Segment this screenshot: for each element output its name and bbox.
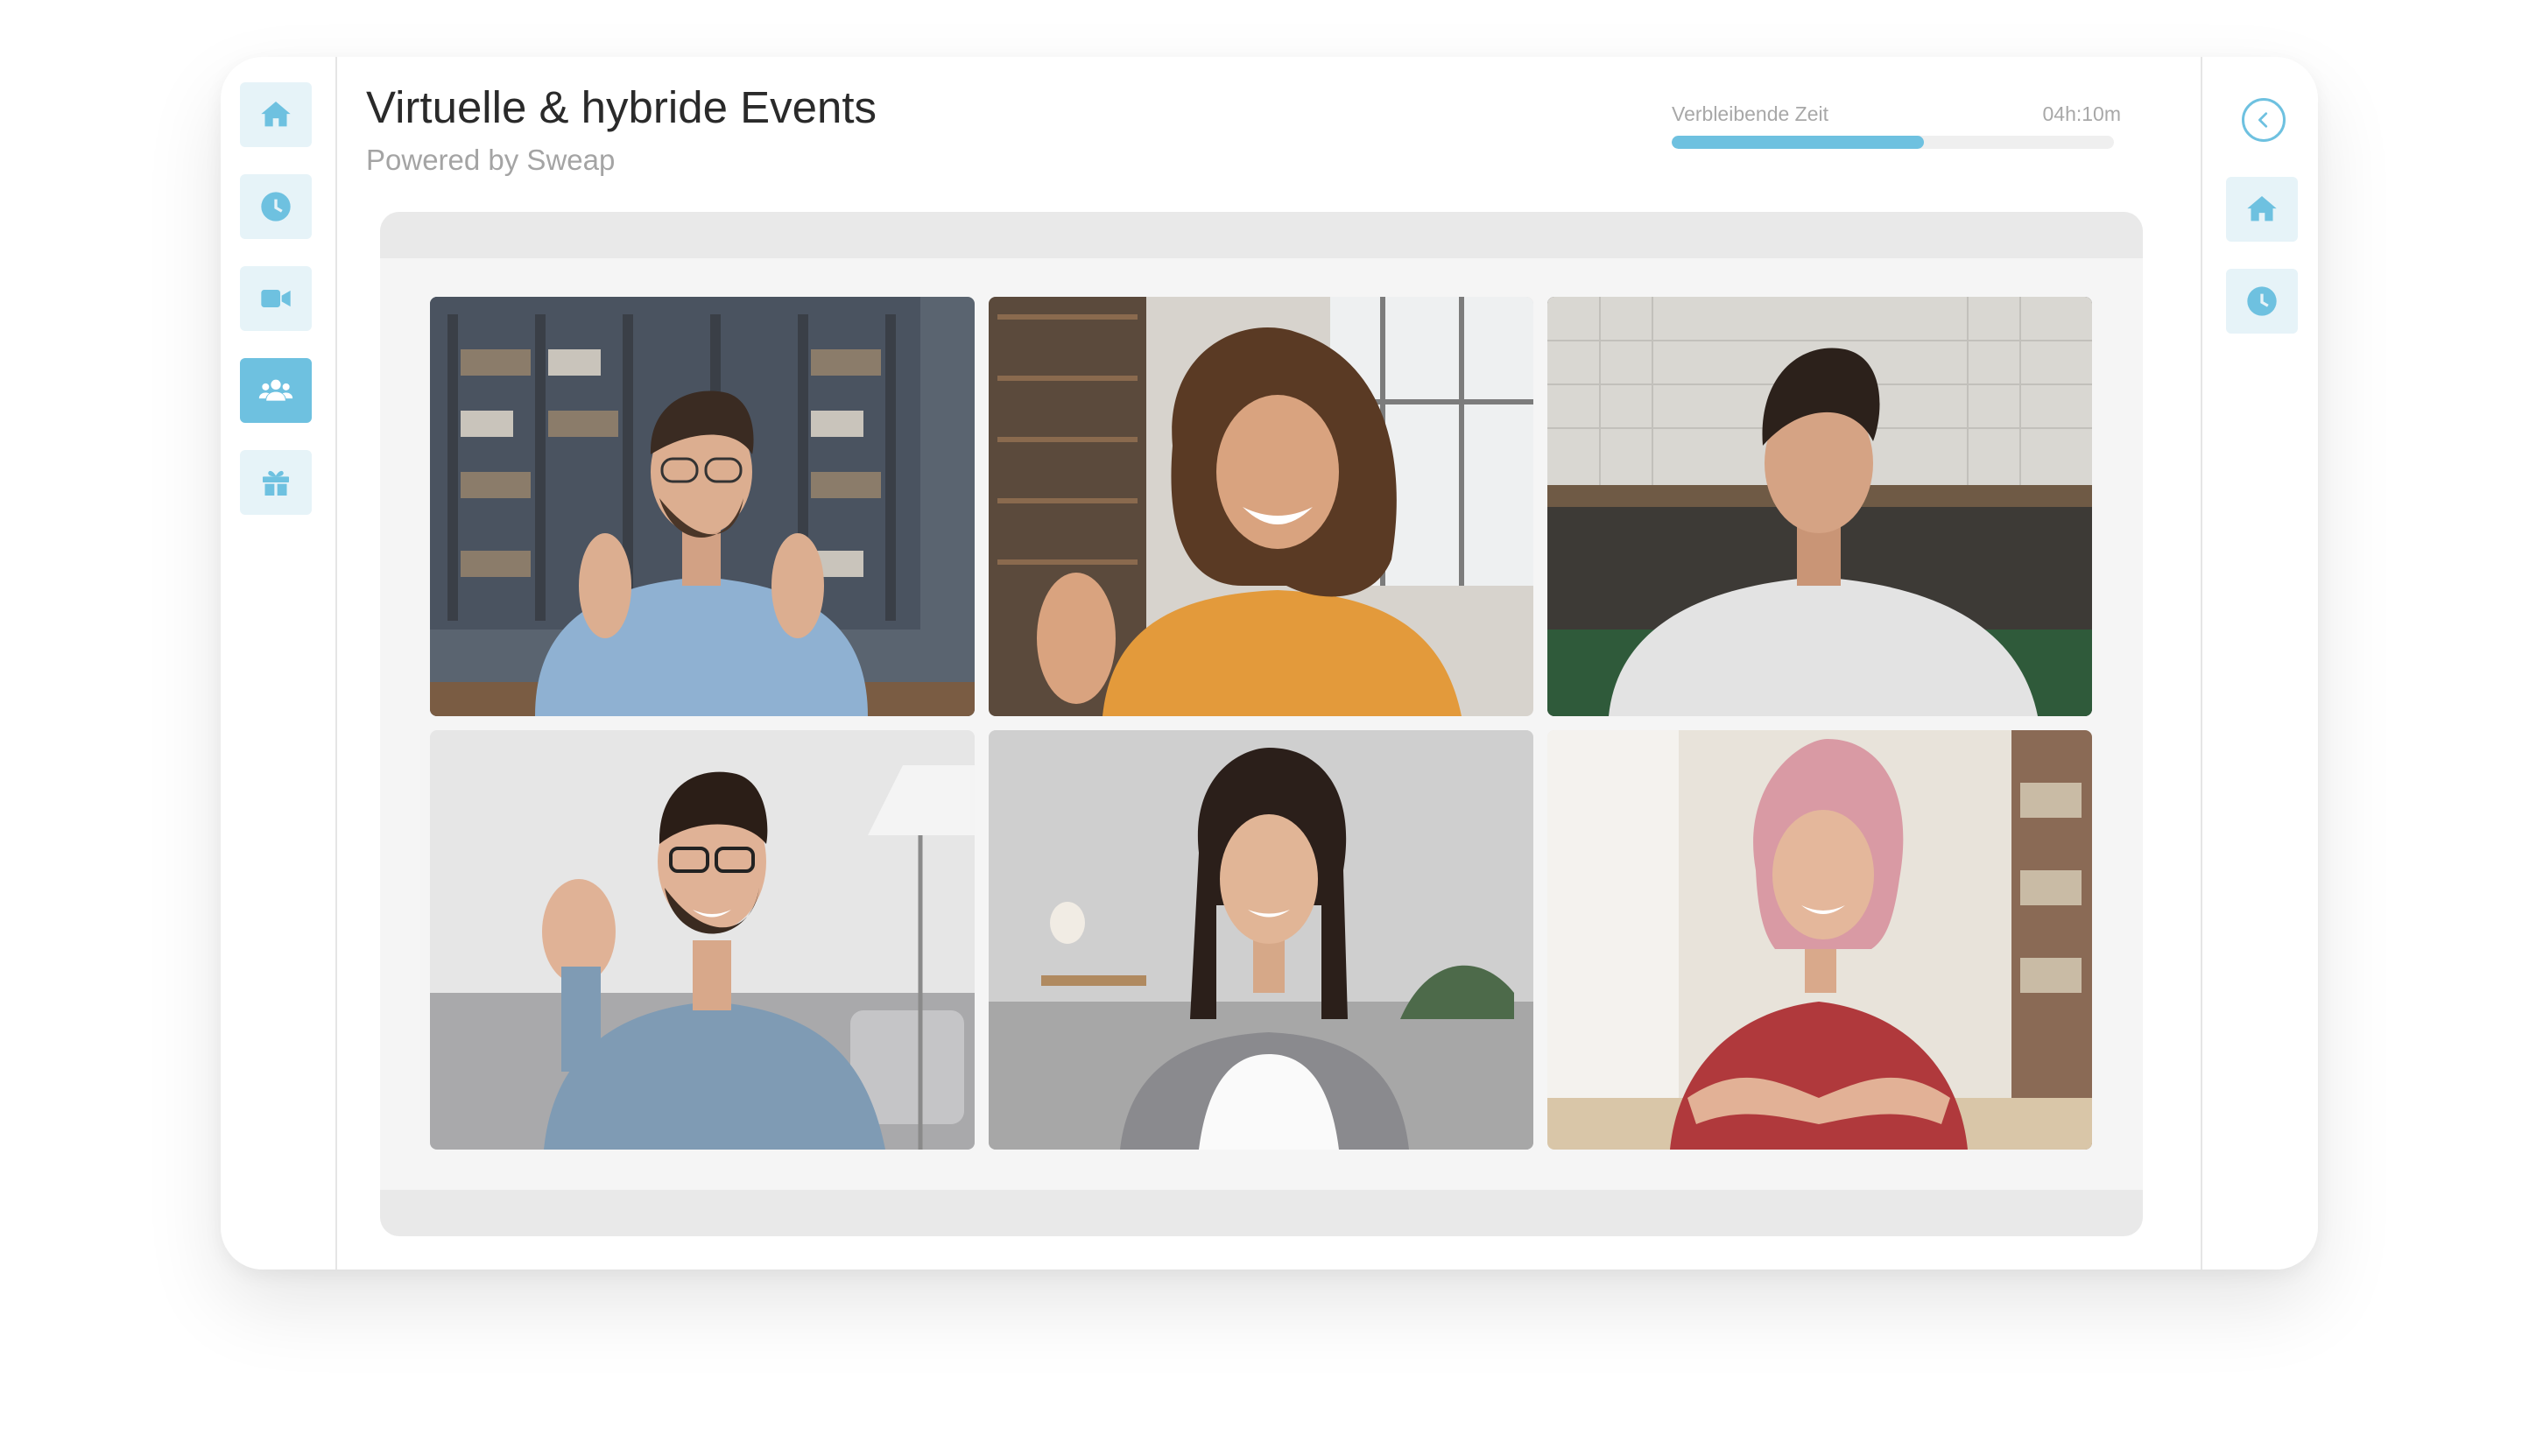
remaining-time-value: 04h:10m (2042, 102, 2121, 125)
participant-video-image (1547, 730, 2092, 1150)
remaining-time-progress (1672, 136, 2114, 149)
sidebar-participants-button[interactable] (240, 358, 312, 423)
video-stage (380, 212, 2143, 1236)
participant-video-image (1547, 297, 2092, 716)
page-subtitle: Powered by Sweap (366, 144, 616, 176)
page-title: Virtuelle & hybride Events (366, 82, 877, 132)
participant-video-tile[interactable] (1547, 297, 2092, 716)
participant-video-tile[interactable] (989, 297, 1533, 716)
clock-icon (2247, 286, 2277, 316)
left-divider (335, 57, 337, 1270)
clock-icon (261, 192, 291, 222)
sidebar-schedule-button[interactable] (240, 174, 312, 239)
participant-video-tile[interactable] (1547, 730, 2092, 1150)
home-icon (261, 102, 291, 127)
users-icon (258, 379, 293, 401)
participant-video-image (430, 297, 975, 716)
collapse-sidebar-button[interactable] (2242, 98, 2286, 142)
stage-bottom-bar (380, 1190, 2143, 1236)
participant-video-image (989, 297, 1533, 716)
participant-video-image (989, 730, 1533, 1150)
right-divider (2201, 57, 2202, 1270)
stage-top-bar (380, 212, 2143, 258)
home-icon (2247, 196, 2277, 222)
chevron-left-circle-icon (2258, 112, 2268, 128)
gift-icon (263, 470, 289, 496)
right-sidebar-home-button[interactable] (2226, 177, 2298, 242)
participant-video-tile[interactable] (430, 730, 975, 1150)
sidebar-gifts-button[interactable] (240, 450, 312, 515)
remaining-time-label: Verbleibende Zeit (1672, 102, 1829, 125)
right-sidebar-schedule-button[interactable] (2226, 269, 2298, 334)
participant-video-image (430, 730, 975, 1150)
sidebar-home-button[interactable] (240, 82, 312, 147)
participant-video-tile[interactable] (989, 730, 1533, 1150)
app-window: Virtuelle & hybride Events Powered by Sw… (221, 57, 2318, 1270)
progress-fill (1672, 136, 1924, 149)
participant-video-tile[interactable] (430, 297, 975, 716)
video-camera-icon (261, 290, 291, 307)
sidebar-video-button[interactable] (240, 266, 312, 331)
